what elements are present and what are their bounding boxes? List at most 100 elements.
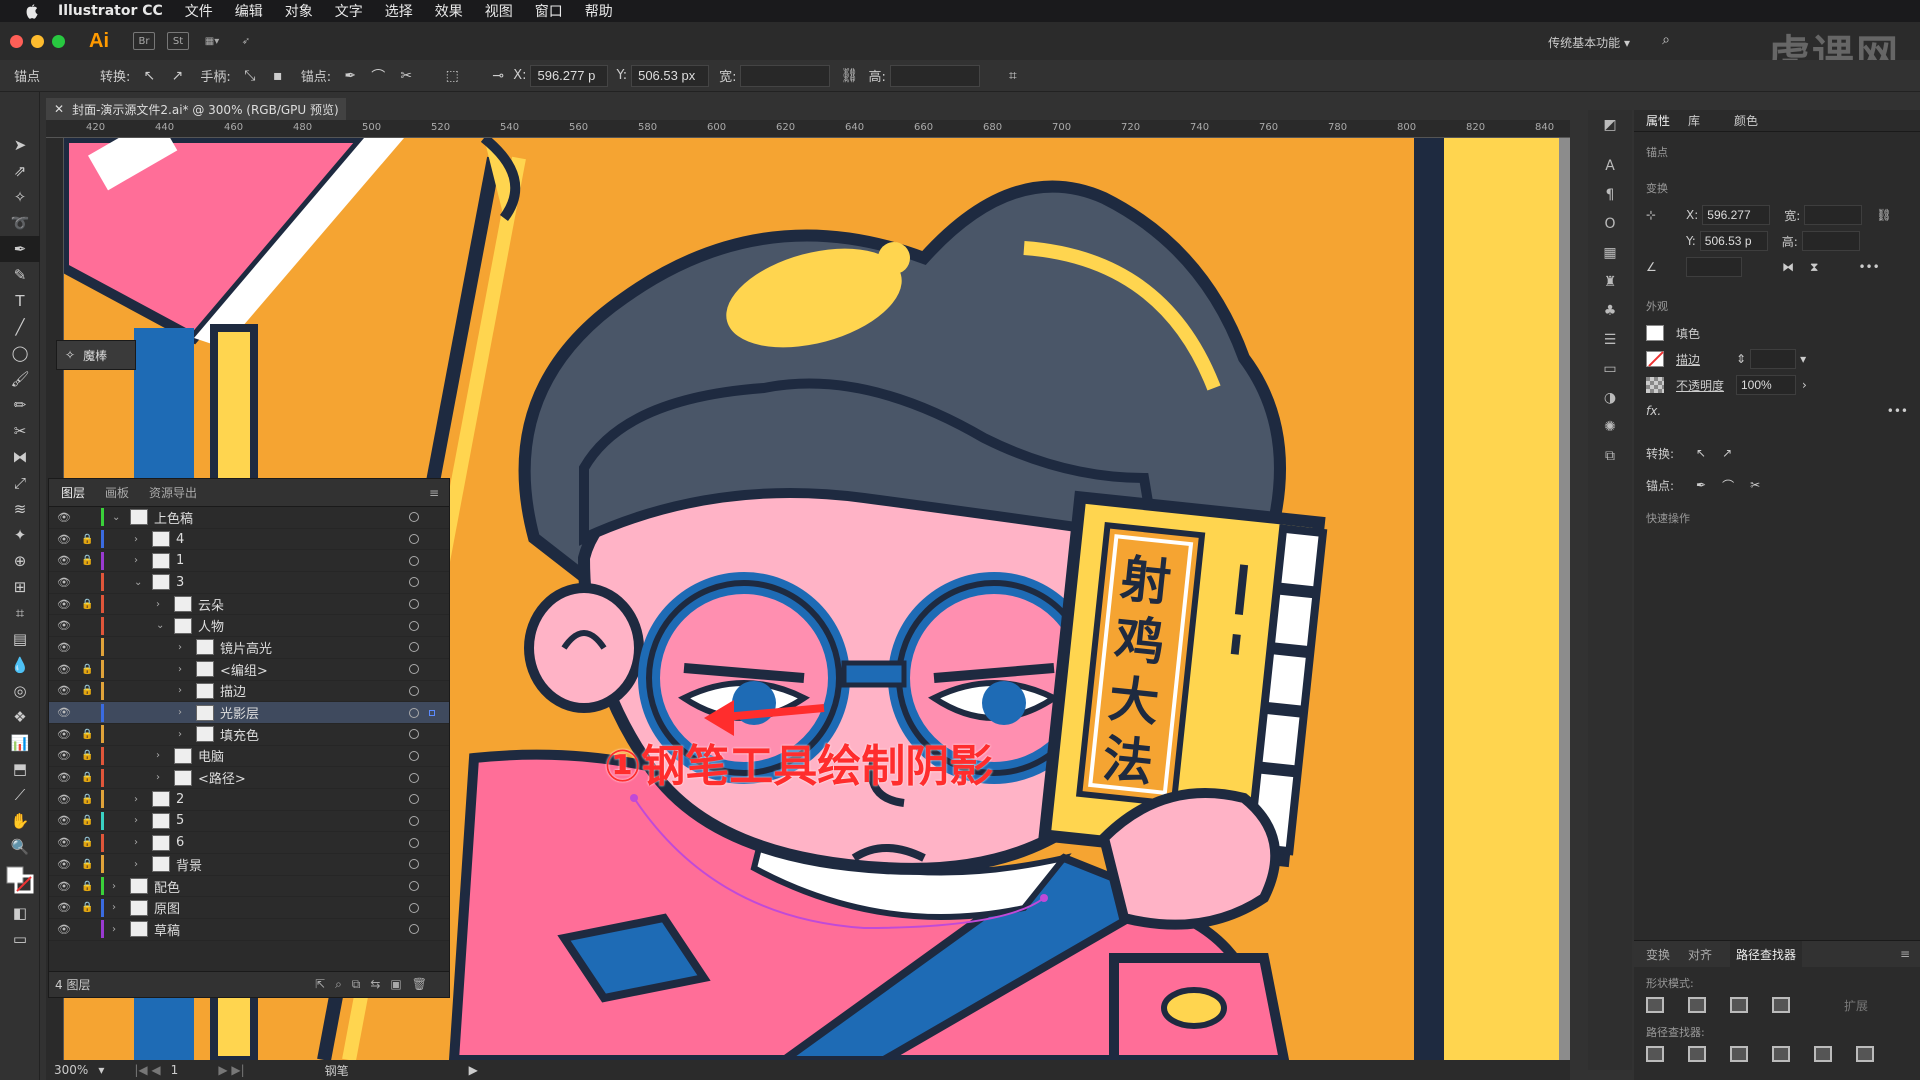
connect-anchor-icon[interactable]: ⌒: [369, 67, 387, 85]
lock-icon[interactable]: 🔒: [81, 881, 95, 892]
layer-row[interactable]: 👁 🔒 › <路径>: [49, 767, 449, 789]
scissors-tool-icon[interactable]: ✂: [0, 418, 40, 444]
curvature-tool-icon[interactable]: ✎: [0, 262, 40, 288]
layer-name[interactable]: 云朵: [198, 595, 224, 614]
fill-stroke-swatch[interactable]: [0, 860, 40, 900]
stroke-label[interactable]: 描边: [1676, 351, 1736, 368]
swatches-icon[interactable]: ▦: [1588, 238, 1632, 267]
layer-row[interactable]: 👁 🔒 › 5: [49, 811, 449, 833]
layer-row[interactable]: 👁 🔒 › 2: [49, 789, 449, 811]
divide-button[interactable]: [1646, 1046, 1664, 1062]
layer-name[interactable]: 配色: [154, 877, 180, 896]
selection-square[interactable]: [429, 926, 435, 932]
warp-tool-icon[interactable]: ≋: [0, 496, 40, 522]
layer-name[interactable]: 镜片高光: [220, 638, 272, 657]
ellipse-tool-icon[interactable]: ◯: [0, 340, 40, 366]
menu-window[interactable]: 窗口: [535, 1, 563, 21]
selection-square[interactable]: [429, 666, 435, 672]
layer-row[interactable]: 👁 › 草稿: [49, 919, 449, 941]
merge-button[interactable]: [1730, 1046, 1748, 1062]
target-circle-icon[interactable]: [409, 642, 419, 653]
layer-row[interactable]: 👁 🔒 › 描边: [49, 681, 449, 703]
layers-footer-icons[interactable]: ⇱⌕⧉⇆▣🗑: [315, 977, 437, 992]
layer-name[interactable]: 草稿: [154, 920, 180, 939]
selection-square[interactable]: [429, 688, 435, 694]
visibility-eye-icon[interactable]: 👁: [57, 684, 71, 697]
lock-icon[interactable]: 🔒: [81, 664, 95, 675]
direct-selection-tool-icon[interactable]: ⇗: [0, 158, 40, 184]
more-options-icon[interactable]: •••: [1858, 260, 1879, 274]
horizontal-ruler[interactable]: 420 440 460 480 500 520 540 560 580 600 620 640 660 6…: [46, 120, 1570, 138]
prop-h-input[interactable]: [1801, 231, 1860, 251]
selection-square[interactable]: [429, 905, 435, 911]
layer-name[interactable]: 1: [176, 553, 184, 568]
blend-tool-icon[interactable]: ◎: [0, 678, 40, 704]
next-artboard-icon[interactable]: ▶ ▶|: [218, 1063, 244, 1077]
visibility-eye-icon[interactable]: 👁: [57, 598, 71, 611]
expand-arrow-icon[interactable]: ›: [178, 707, 188, 718]
layer-name[interactable]: 电脑: [198, 746, 224, 765]
zoom-level[interactable]: 300%: [54, 1063, 88, 1077]
layer-row[interactable]: 👁 🔒 › 电脑: [49, 746, 449, 768]
document-tab[interactable]: ✕ 封面-演示源文件2.ai* @ 300% (RGB/GPU 预览): [46, 98, 346, 120]
paragraph-icon[interactable]: ¶: [1588, 180, 1632, 209]
drawing-modes-icon[interactable]: ◧: [0, 900, 40, 926]
visibility-eye-icon[interactable]: 👁: [57, 749, 71, 762]
selection-square[interactable]: [429, 601, 435, 607]
visibility-eye-icon[interactable]: 👁: [57, 728, 71, 741]
intersect-button[interactable]: [1730, 997, 1748, 1013]
layer-row[interactable]: 👁 🔒 › 云朵: [49, 594, 449, 616]
constrain-link-icon[interactable]: ⛓: [1876, 208, 1891, 222]
pen-tool-icon[interactable]: ✒: [0, 236, 40, 262]
visibility-eye-icon[interactable]: 👁: [57, 641, 71, 654]
close-tab-icon[interactable]: ✕: [54, 102, 64, 116]
flip-vertical-icon[interactable]: ⧗: [1810, 260, 1818, 275]
tab-transform[interactable]: 变换: [1646, 946, 1670, 963]
puppet-warp-tool-icon[interactable]: ✦: [0, 522, 40, 548]
target-circle-icon[interactable]: [409, 772, 419, 783]
prop-convert-corner-icon[interactable]: ↖: [1696, 446, 1706, 460]
target-circle-icon[interactable]: [409, 577, 419, 588]
layer-name[interactable]: 人物: [198, 616, 224, 635]
selection-square[interactable]: [429, 753, 435, 759]
selection-square[interactable]: [429, 709, 435, 716]
tab-properties[interactable]: 属性: [1646, 112, 1670, 129]
expand-arrow-icon[interactable]: ›: [134, 815, 144, 826]
layer-name[interactable]: <路径>: [198, 768, 246, 787]
reflect-tool-icon[interactable]: ⧓: [0, 444, 40, 470]
artboard-number[interactable]: 1: [171, 1063, 179, 1077]
menu-help[interactable]: 帮助: [585, 1, 613, 21]
selection-square[interactable]: [429, 883, 435, 889]
visibility-eye-icon[interactable]: 👁: [57, 901, 71, 914]
artboard-tool-icon[interactable]: ⬒: [0, 756, 40, 782]
scale-tool-icon[interactable]: ⤢: [0, 470, 40, 496]
lock-icon[interactable]: 🔒: [81, 555, 95, 566]
collapse-arrow-icon[interactable]: ⌄: [112, 512, 122, 523]
tab-color[interactable]: 颜色: [1734, 112, 1758, 129]
properties-icon[interactable]: ◩: [1588, 110, 1632, 139]
expand-arrow-icon[interactable]: ›: [112, 924, 122, 935]
menu-type[interactable]: 文字: [335, 1, 363, 21]
apple-icon[interactable]: [20, 0, 42, 22]
y-input[interactable]: [631, 64, 710, 87]
selection-square[interactable]: [429, 861, 435, 867]
visibility-eye-icon[interactable]: 👁: [57, 663, 71, 676]
select-similar-icon[interactable]: ⬚: [443, 67, 461, 85]
tab-asset-export[interactable]: 资源导出: [149, 484, 197, 501]
target-circle-icon[interactable]: [409, 555, 419, 566]
prop-convert-smooth-icon[interactable]: ↗: [1722, 446, 1732, 460]
status-menu-icon[interactable]: ▶: [469, 1063, 478, 1077]
collapse-arrow-icon[interactable]: ⌄: [156, 620, 166, 631]
selection-square[interactable]: [429, 818, 435, 824]
expand-arrow-icon[interactable]: ›: [156, 599, 166, 610]
layer-row[interactable]: 👁 🔒 › 4: [49, 529, 449, 551]
expand-arrow-icon[interactable]: ›: [112, 902, 122, 913]
expand-arrow-icon[interactable]: ›: [134, 859, 144, 870]
lock-icon[interactable]: 🔒: [81, 772, 95, 783]
layer-name[interactable]: <编组>: [220, 660, 268, 679]
target-circle-icon[interactable]: [409, 707, 419, 718]
workspace-switcher[interactable]: 传统基本功能 ▾: [1548, 34, 1630, 51]
expand-arrow-icon[interactable]: ›: [178, 664, 188, 675]
tab-artboards[interactable]: 画板: [105, 484, 129, 501]
hand-tool-icon[interactable]: ✋: [0, 808, 40, 834]
